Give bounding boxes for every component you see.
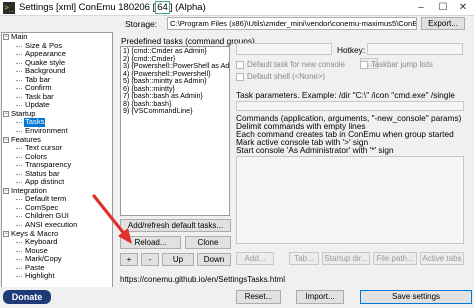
default-task-new-console-checkbox[interactable]: Default task for new console bbox=[236, 60, 345, 69]
task-name-field[interactable] bbox=[236, 43, 332, 55]
sidebar-item-mark-copy[interactable]: Mark/Copy bbox=[2, 255, 112, 264]
checkbox-box bbox=[236, 72, 244, 81]
hotkey-field[interactable] bbox=[367, 43, 463, 55]
sidebar-item-background[interactable]: Background bbox=[2, 67, 112, 76]
reload-button[interactable]: Reload... bbox=[120, 236, 181, 249]
window-title: Settings [xml] ConEmu 180206 [64] (Alpha… bbox=[19, 1, 206, 14]
checkbox-box bbox=[236, 60, 244, 69]
import-button[interactable]: Import... bbox=[296, 290, 344, 304]
clone-button[interactable]: Clone bbox=[185, 236, 231, 249]
add-refresh-default-tasks-button[interactable]: Add/refresh default tasks... bbox=[120, 219, 231, 232]
collapse-icon[interactable]: − bbox=[3, 230, 9, 237]
tab-button[interactable]: Tab... bbox=[289, 252, 319, 265]
commands-description-line: Start console 'As Administrator' with '*… bbox=[236, 145, 394, 156]
predefined-tasks-label: Predefined tasks (command groups) bbox=[121, 36, 255, 46]
taskbar-jump-lists-label: Taskbar jump lists bbox=[371, 60, 433, 69]
sidebar-item-startup[interactable]: − Startup bbox=[2, 109, 112, 119]
donate-button[interactable]: Donate bbox=[3, 290, 51, 304]
collapse-icon[interactable]: − bbox=[3, 34, 9, 40]
sidebar-item-keyboard[interactable]: Keyboard bbox=[2, 238, 112, 247]
title-bar: >_ Settings [xml] ConEmu 180206 [64] (Al… bbox=[0, 0, 474, 16]
checkbox-box bbox=[360, 60, 368, 69]
settings-tree[interactable]: − Main Size & Pos Appearance Quake style Back… bbox=[1, 32, 113, 288]
sidebar-item-confirm[interactable]: Confirm bbox=[2, 84, 112, 93]
reset-button[interactable]: Reset... bbox=[236, 290, 281, 304]
window-title-prefix: Settings [xml] ConEmu 180206 [ bbox=[19, 2, 156, 13]
sidebar-item-paste[interactable]: Paste bbox=[2, 263, 112, 273]
commands-textarea[interactable] bbox=[236, 156, 464, 244]
task-list-item[interactable]: 9) {VSCommandLine} bbox=[121, 107, 229, 115]
storage-path-field[interactable]: C:\Program Files (x86)\Utils\zmder_mini\… bbox=[167, 17, 417, 30]
move-up-button[interactable]: Up bbox=[162, 253, 194, 266]
collapse-icon[interactable]: − bbox=[3, 136, 9, 143]
commands-description: Commands (application, arguments, "-new_… bbox=[236, 114, 461, 156]
taskbar-jump-lists-checkbox[interactable]: Taskbar jump lists bbox=[360, 60, 433, 69]
hotkey-label: Hotkey: bbox=[337, 45, 366, 55]
startup-dir-button[interactable]: Startup dir... bbox=[322, 252, 370, 265]
save-settings-button[interactable]: Save settings bbox=[360, 290, 472, 304]
close-button[interactable]: ✕ bbox=[452, 0, 474, 16]
sidebar-item-task-bar[interactable]: Task bar bbox=[2, 92, 112, 102]
remove-task-button[interactable]: - bbox=[141, 253, 159, 266]
help-url-link[interactable]: https://conemu.github.io/en/SettingsTask… bbox=[120, 275, 285, 284]
file-path-button[interactable]: File path... bbox=[373, 252, 417, 265]
conemu-app-icon: >_ bbox=[3, 2, 15, 14]
storage-label: Storage: bbox=[125, 19, 158, 29]
sidebar-item-tab-bar[interactable]: Tab bar bbox=[2, 75, 112, 85]
add-command-button[interactable]: Add... bbox=[236, 252, 274, 265]
minimize-button[interactable]: – bbox=[410, 0, 432, 16]
default-shell-label: Default shell (<None>) bbox=[247, 72, 326, 81]
sidebar-item-text-cursor[interactable]: Text cursor bbox=[2, 144, 112, 153]
window-title-suffix: ] (Alpha) bbox=[169, 2, 206, 13]
add-task-button[interactable]: + bbox=[120, 253, 138, 266]
collapse-icon[interactable]: − bbox=[3, 110, 9, 117]
tasks-list[interactable]: 1) {cmd::Cmder as Admin} 2) {cmd::Cmder} 3… bbox=[120, 46, 230, 216]
move-down-button[interactable]: Down bbox=[197, 253, 231, 266]
default-task-new-console-label: Default task for new console bbox=[247, 60, 345, 69]
active-tabs-button[interactable]: Active tabs bbox=[420, 252, 464, 265]
default-shell-checkbox[interactable]: Default shell (<None>) bbox=[236, 72, 325, 81]
sidebar-item-highlight[interactable]: Highlight bbox=[2, 272, 112, 281]
maximize-button[interactable]: ☐ bbox=[432, 0, 454, 16]
sidebar-item-label: Highlight bbox=[25, 271, 55, 281]
export-button[interactable]: Export... bbox=[421, 17, 465, 30]
task-parameters-label: Task parameters. Example: /dir "C:\" /ic… bbox=[236, 90, 455, 100]
collapse-icon[interactable]: − bbox=[3, 187, 9, 194]
window-title-bitness: 64 bbox=[155, 1, 170, 14]
task-parameters-field[interactable] bbox=[236, 101, 464, 111]
